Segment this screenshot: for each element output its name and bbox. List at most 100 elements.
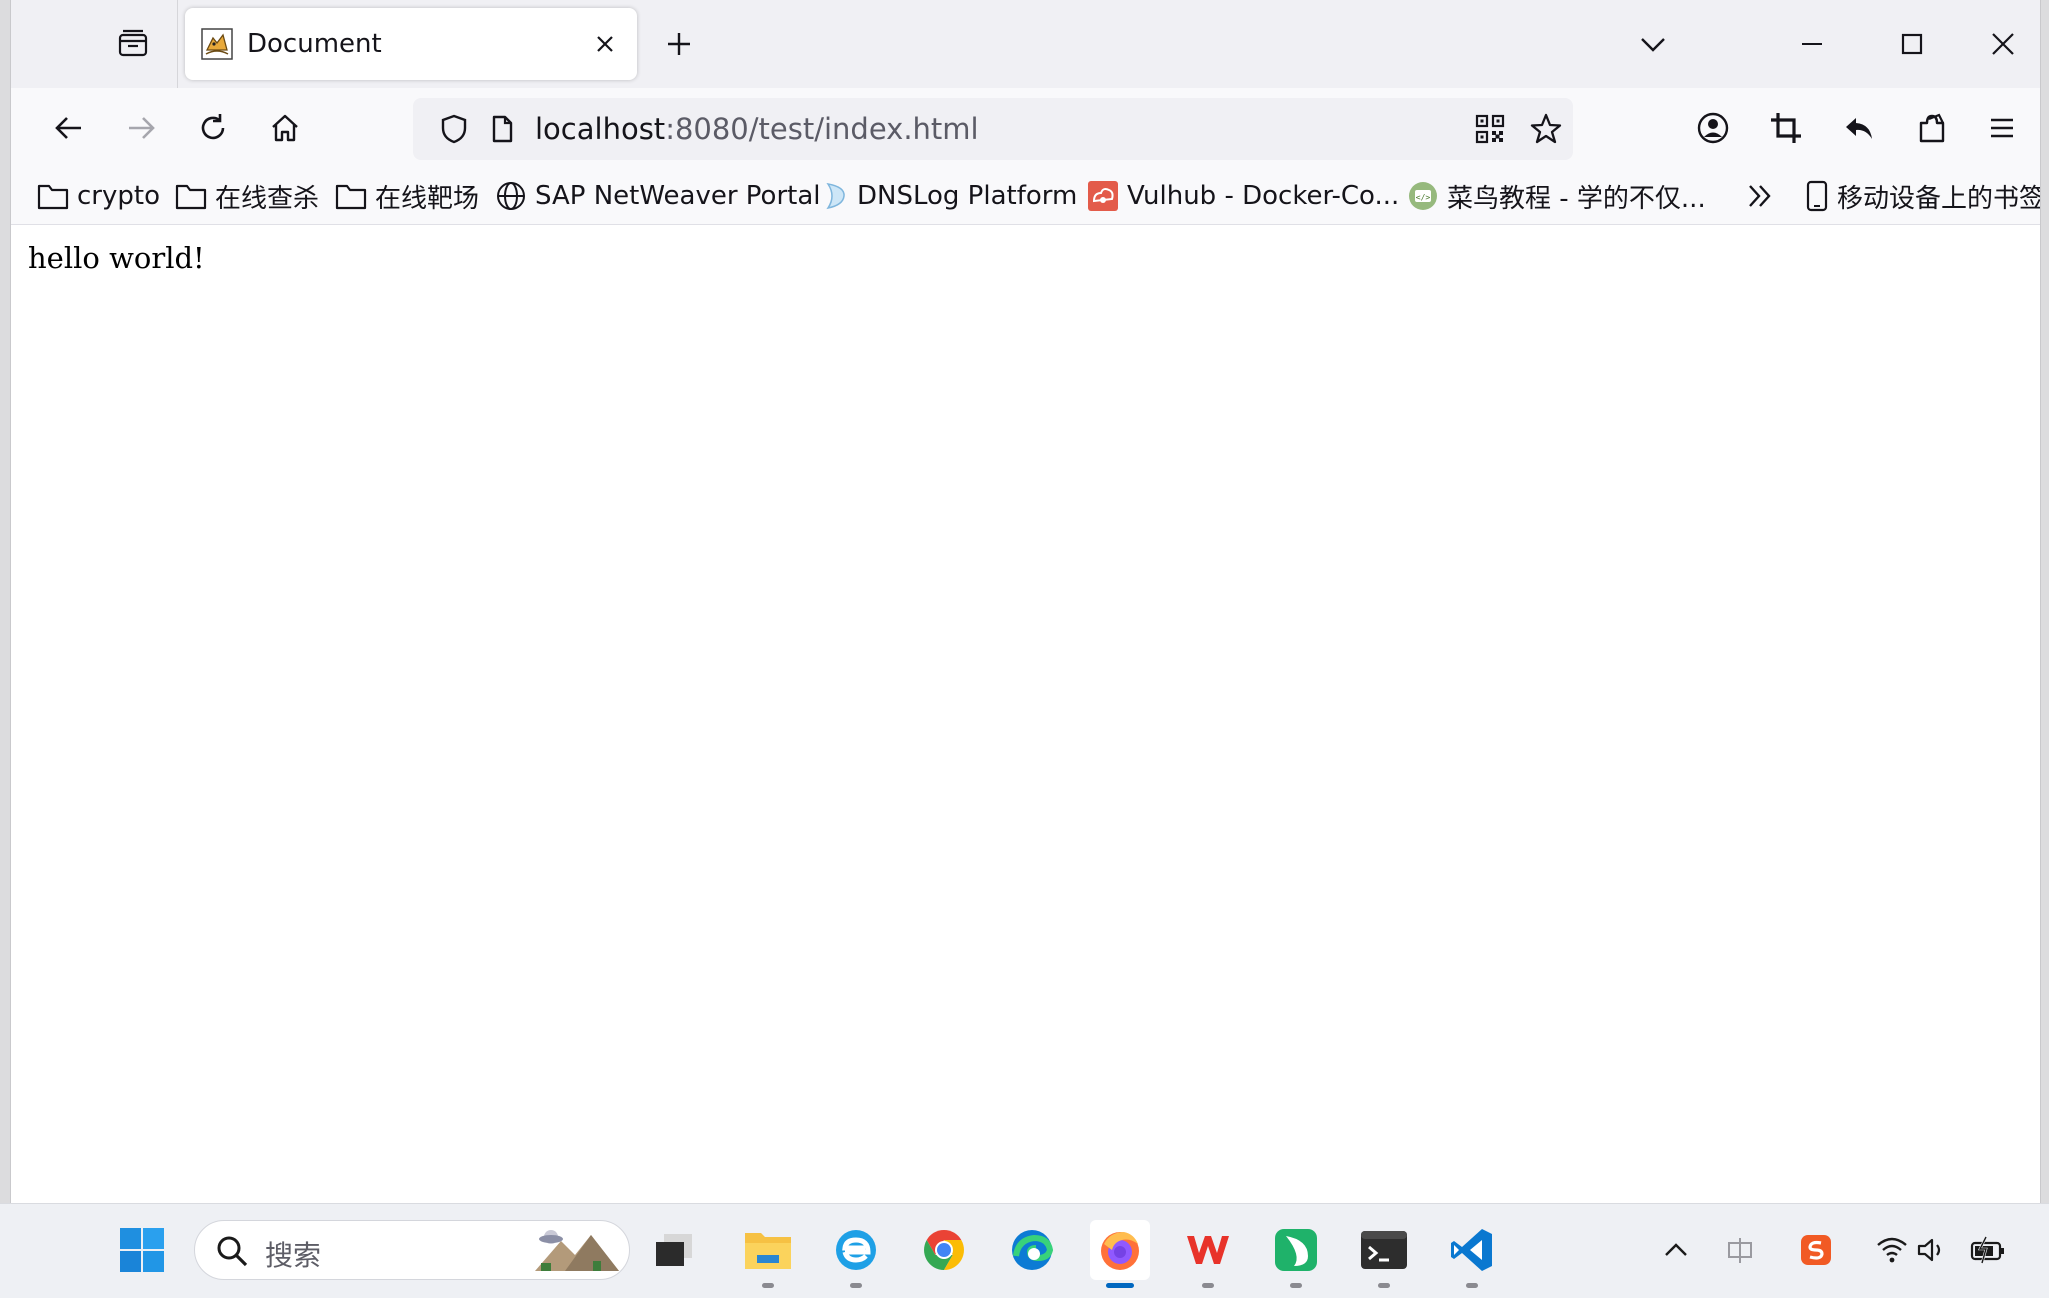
tray-volume[interactable] — [1914, 1232, 1950, 1268]
minimize-button[interactable] — [1780, 14, 1844, 74]
taskbar-ie-browser[interactable] — [826, 1220, 886, 1288]
qr-code-button[interactable] — [1469, 108, 1511, 150]
folder-icon — [37, 184, 69, 210]
vulhub-icon — [1088, 181, 1118, 211]
url-host: localhost — [535, 112, 666, 146]
crop-icon — [1771, 113, 1801, 143]
taskbar-vscode[interactable] — [1442, 1220, 1502, 1288]
reply-extension-button[interactable] — [1835, 104, 1883, 152]
taskbar-search-box[interactable]: 搜索 — [194, 1220, 630, 1280]
ie-browser-icon — [836, 1230, 876, 1270]
bookmark-label: DNSLog Platform — [857, 181, 1078, 211]
active-app-indicator — [1106, 1283, 1134, 1288]
speaker-icon — [1917, 1238, 1941, 1262]
forward-button[interactable] — [117, 104, 165, 152]
bookmark-label: crypto — [77, 181, 160, 211]
close-icon — [1992, 33, 2014, 55]
taskbar-firefox[interactable] — [1090, 1220, 1150, 1288]
sogou-icon — [1801, 1235, 1831, 1265]
runoob-icon: </> — [1409, 182, 1437, 210]
tray-input-method[interactable] — [1722, 1232, 1758, 1268]
reply-icon — [1846, 118, 1872, 139]
search-placeholder: 搜索 — [265, 1239, 322, 1272]
maximize-button[interactable] — [1880, 14, 1944, 74]
taskbar-android-tool[interactable] — [1266, 1220, 1326, 1288]
page-body-text: hello world! — [28, 241, 205, 275]
app-menu-button[interactable] — [1978, 104, 2026, 152]
tab-separator — [177, 0, 178, 88]
bookmarks-overflow-button[interactable] — [1745, 176, 1783, 216]
home-button[interactable] — [261, 104, 309, 152]
bookmark-label: 在线靶场 — [375, 183, 480, 214]
firefox-icon — [1101, 1232, 1139, 1270]
minimize-icon — [1802, 43, 1822, 45]
new-tab-button[interactable] — [657, 22, 701, 66]
folder-icon — [175, 184, 207, 210]
running-indicator — [1290, 1283, 1302, 1288]
reload-icon — [201, 114, 225, 140]
plus-icon — [668, 33, 690, 55]
windows-taskbar: 搜索 — [0, 1203, 2049, 1298]
reload-button[interactable] — [189, 104, 237, 152]
bookmark-sap-netweaver[interactable]: SAP NetWeaver Portal — [495, 176, 821, 216]
mobile-icon — [1806, 180, 1828, 212]
url-path: :8080/test/index.html — [665, 112, 979, 146]
bookmark-mobile-folder[interactable]: 移动设备上的书签 — [1805, 176, 2040, 216]
list-all-tabs-button[interactable] — [1631, 22, 1675, 66]
windows-logo-icon — [120, 1228, 164, 1272]
taskbar-edge[interactable] — [1002, 1220, 1062, 1280]
account-icon — [1697, 112, 1729, 144]
bookmark-vulhub[interactable]: Vulhub - Docker-Co... — [1087, 176, 1399, 216]
address-bar[interactable]: localhost:8080/test/index.html — [413, 98, 1573, 160]
bookmark-dnslog[interactable]: DNSLog Platform — [823, 176, 1077, 216]
bookmark-folder-online-scan[interactable]: 在线查杀 — [175, 176, 319, 216]
tomcat-icon — [201, 28, 233, 60]
task-view-icon — [656, 1234, 692, 1266]
input-method-icon — [1728, 1238, 1752, 1263]
bookmark-folder-online-range[interactable]: 在线靶场 — [335, 176, 479, 216]
page-content: hello world! — [11, 225, 2040, 1203]
tab-close-button[interactable] — [587, 26, 623, 62]
search-icon — [217, 1236, 248, 1267]
extensions-button[interactable] — [1908, 104, 1956, 152]
dnslog-icon — [826, 182, 845, 210]
bookmark-runoob[interactable]: </> 菜鸟教程 - 学的不仅... — [1407, 176, 1706, 216]
running-indicator — [1466, 1283, 1478, 1288]
start-button[interactable] — [112, 1220, 172, 1280]
account-button[interactable] — [1689, 104, 1737, 152]
taskbar-file-explorer[interactable] — [738, 1220, 798, 1288]
taskbar-chrome[interactable] — [914, 1220, 974, 1280]
svg-text:</>: </> — [1416, 193, 1431, 202]
back-button[interactable] — [45, 104, 93, 152]
firefox-view-button[interactable] — [111, 22, 155, 66]
screenshot-button[interactable] — [1762, 104, 1810, 152]
bookmark-label: 菜鸟教程 - 学的不仅... — [1447, 183, 1706, 214]
arrow-left-icon — [55, 117, 81, 139]
tracking-protection-button[interactable] — [433, 108, 475, 150]
tray-wifi[interactable] — [1874, 1232, 1910, 1268]
wps-icon — [1187, 1236, 1229, 1264]
running-indicator — [850, 1283, 862, 1288]
navigation-toolbar: localhost:8080/test/index.html — [11, 88, 2040, 168]
puzzle-icon — [1919, 113, 1945, 143]
window-close-button[interactable] — [1971, 14, 2035, 74]
bookmark-star-button[interactable] — [1525, 108, 1567, 150]
taskbar-wps[interactable] — [1178, 1220, 1238, 1288]
globe-icon — [497, 182, 525, 210]
edge-icon — [1012, 1230, 1054, 1270]
tray-overflow-button[interactable] — [1658, 1232, 1694, 1268]
browser-window: Document localhost:8080/test/index.html … — [10, 0, 2041, 1203]
tray-battery[interactable] — [1970, 1232, 2006, 1268]
tab-strip: Document — [11, 0, 2040, 88]
taskbar-task-view[interactable] — [644, 1220, 704, 1280]
tray-sogou-ime[interactable] — [1798, 1232, 1834, 1268]
site-info-button[interactable] — [481, 108, 523, 150]
bookmark-folder-crypto[interactable]: crypto — [37, 176, 160, 216]
bookmark-label: SAP NetWeaver Portal — [535, 181, 821, 211]
tab-document[interactable]: Document — [185, 8, 637, 80]
chevron-down-icon — [1641, 38, 1665, 52]
url-text[interactable]: localhost:8080/test/index.html — [535, 112, 979, 146]
double-chevron-right-icon — [1749, 185, 1771, 207]
taskbar-terminal[interactable] — [1354, 1220, 1414, 1288]
terminal-icon — [1361, 1231, 1407, 1269]
